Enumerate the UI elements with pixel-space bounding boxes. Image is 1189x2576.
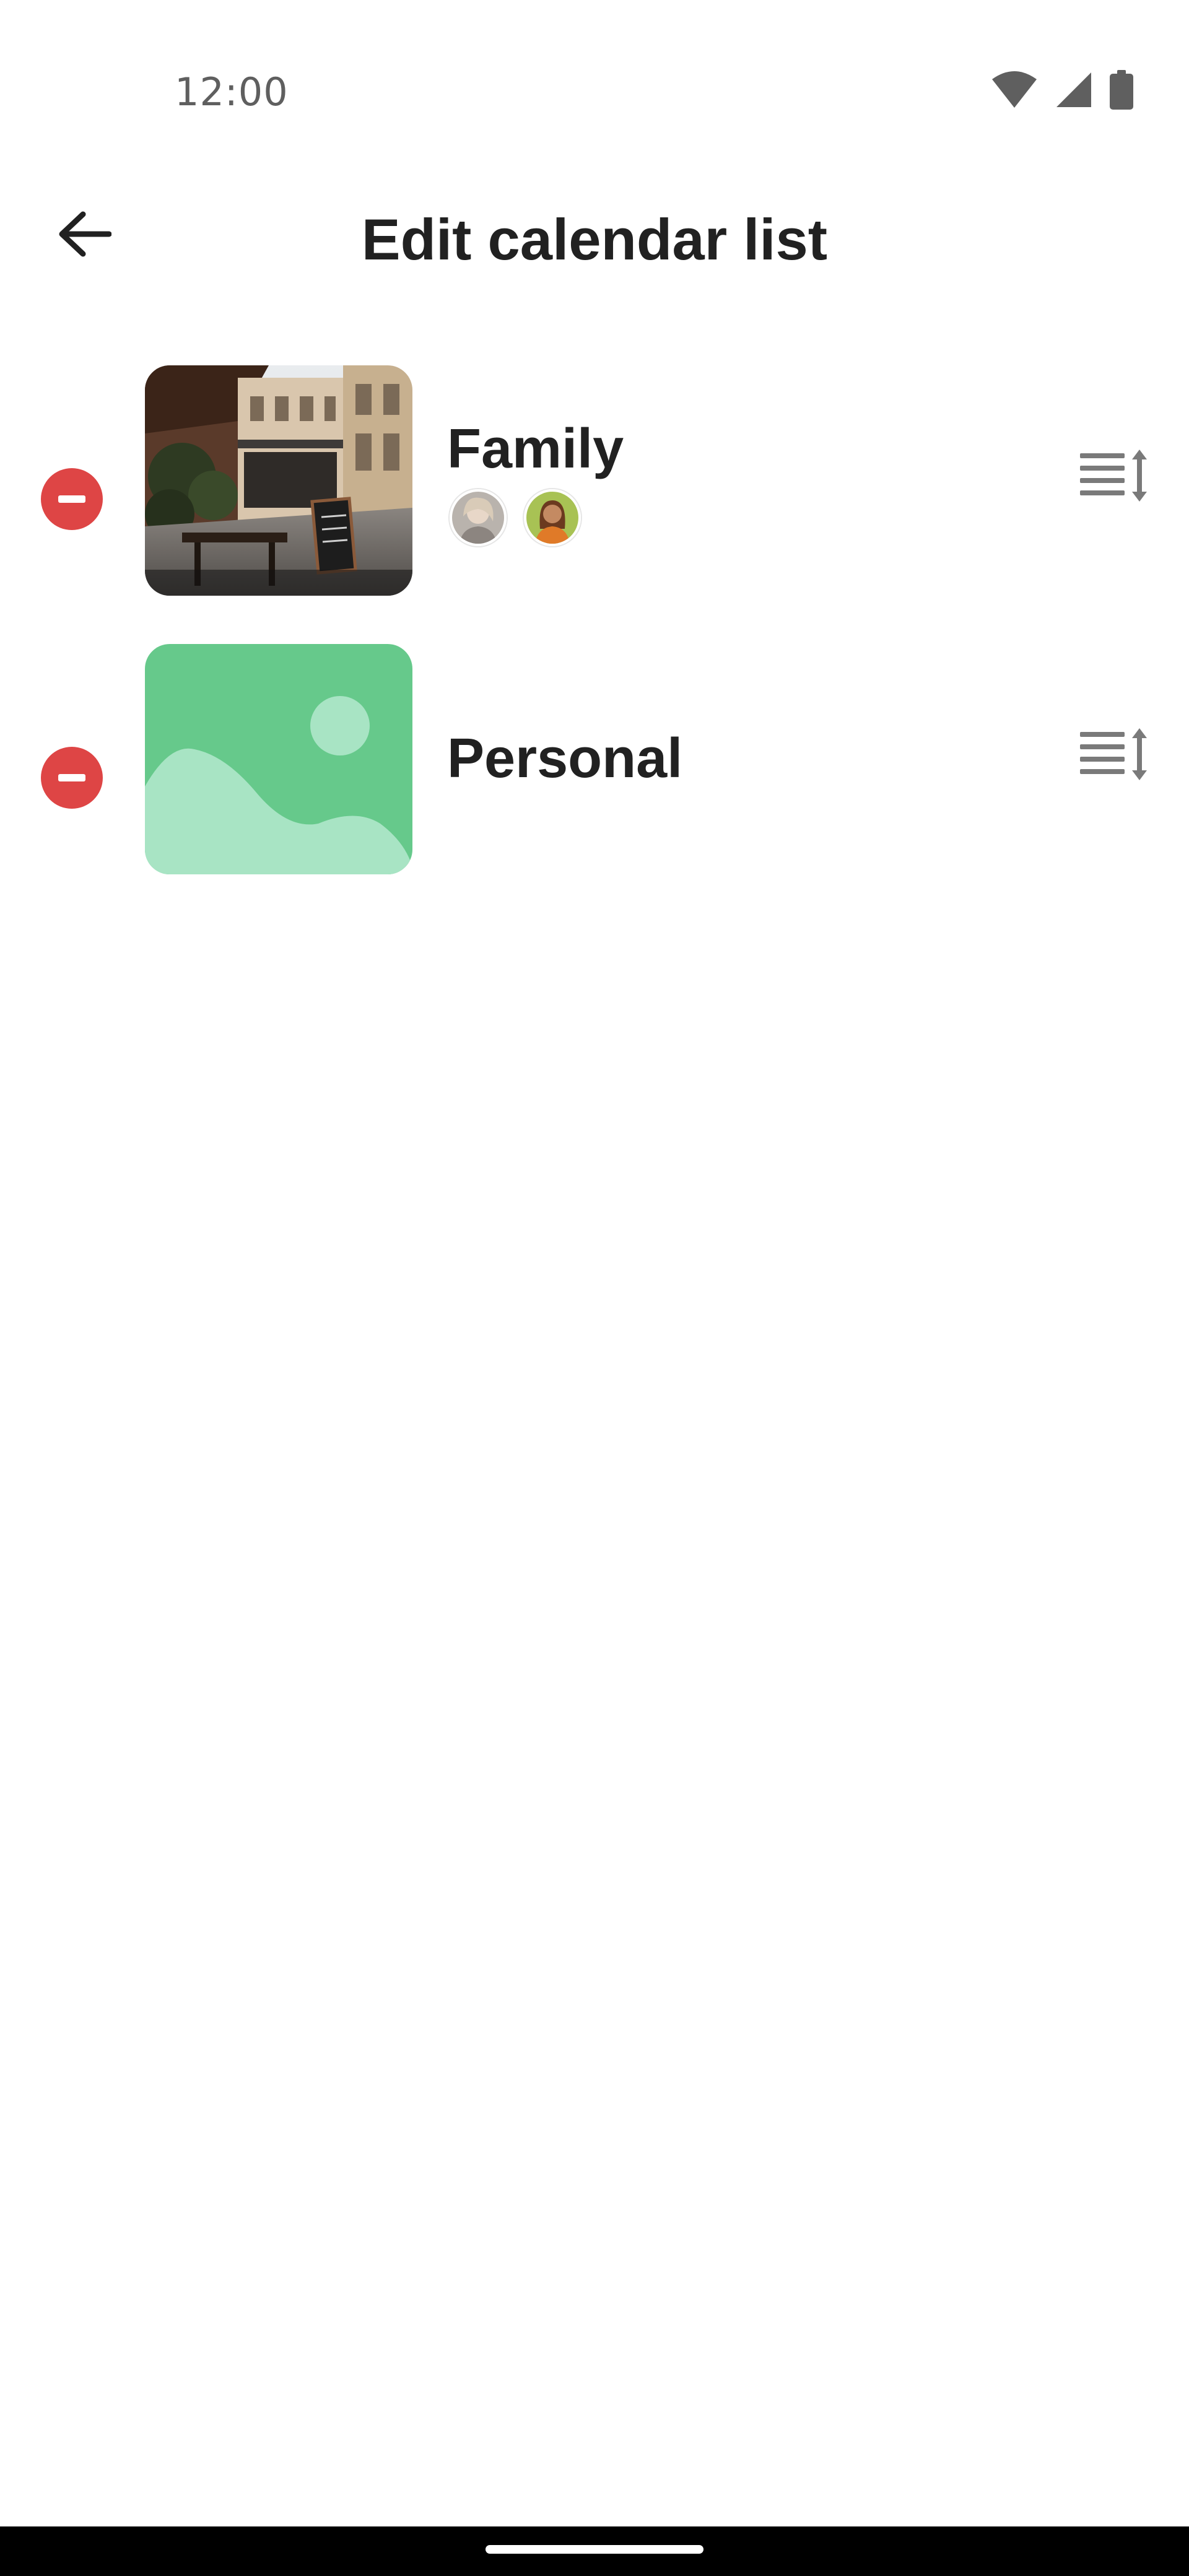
reorder-icon xyxy=(1080,449,1149,505)
wifi-icon xyxy=(991,71,1038,109)
calendar-thumbnail xyxy=(145,365,412,596)
reorder-handle[interactable] xyxy=(1071,718,1158,793)
remove-calendar-button[interactable] xyxy=(41,747,103,809)
status-time: 12:00 xyxy=(175,69,289,115)
page-title: Edit calendar list xyxy=(361,207,828,272)
status-icons xyxy=(991,69,1133,110)
calendar-text: Family xyxy=(447,415,624,546)
calendar-name: Personal xyxy=(447,728,683,790)
calendar-name: Family xyxy=(447,418,624,480)
calendar-row-family[interactable]: Family xyxy=(0,359,1189,638)
system-navigation-bar xyxy=(0,2526,1189,2576)
top-app-bar: Edit calendar list xyxy=(0,173,1189,297)
calendar-row-personal[interactable]: Personal xyxy=(0,638,1189,916)
member-avatars xyxy=(450,489,624,546)
home-gesture-handle[interactable] xyxy=(486,2545,703,2554)
calendar-text: Personal xyxy=(447,724,682,793)
cellular-signal-icon xyxy=(1055,71,1092,108)
reorder-icon xyxy=(1080,728,1149,783)
reorder-handle[interactable] xyxy=(1071,440,1158,514)
member-avatar-2 xyxy=(524,489,581,546)
member-avatar-1 xyxy=(450,489,507,546)
calendar-thumbnail xyxy=(145,644,412,874)
image-placeholder-icon xyxy=(145,644,412,874)
battery-icon xyxy=(1110,70,1133,110)
status-bar: 12:00 xyxy=(0,0,1189,149)
street-cafe-photo xyxy=(145,365,412,596)
calendar-list: Family Personal xyxy=(0,359,1189,916)
remove-calendar-button[interactable] xyxy=(41,468,103,530)
